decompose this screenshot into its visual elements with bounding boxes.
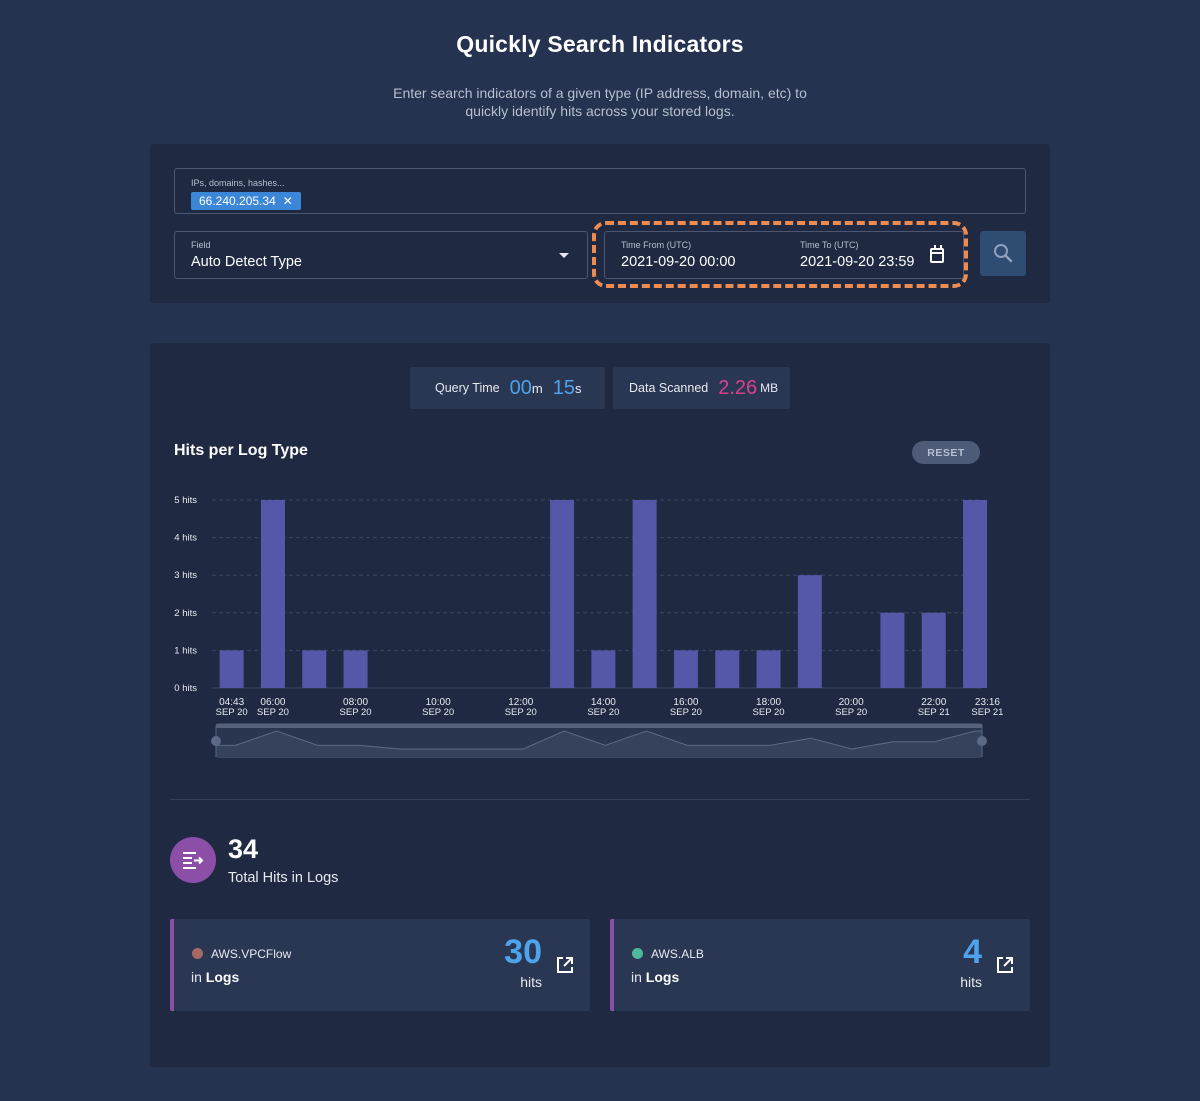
- chart-bar[interactable]: [219, 650, 244, 688]
- indicators-input[interactable]: IPs, domains, hashes... 66.240.205.34 ✕: [174, 168, 1026, 214]
- chart-bar[interactable]: [343, 650, 368, 688]
- hits-chart: 0 hits 1 hits 2 hits 3 hits 4 hits 5 hits 04:…: [174, 495, 1004, 758]
- subtitle-line-2: quickly identify hits across your stored…: [465, 103, 735, 119]
- chart-bar[interactable]: [632, 500, 657, 688]
- chart-bar[interactable]: [260, 500, 285, 688]
- query-time-stat: Query Time 00 m 15 s: [410, 367, 605, 409]
- search-icon: [994, 244, 1013, 263]
- query-time-label: Query Time: [435, 381, 500, 395]
- x-tick-date: SEP 20: [216, 707, 248, 718]
- log-card-alb[interactable]: AWS.ALB in Logs 4 hits: [610, 919, 1030, 1011]
- log-hits-label: hits: [960, 974, 982, 990]
- chart-bar[interactable]: [880, 612, 905, 688]
- query-seconds: 15: [552, 376, 575, 399]
- chart-bar[interactable]: [302, 650, 327, 688]
- log-type-name: AWS.ALB: [651, 947, 704, 961]
- results-panel: Query Time 00 m 15 s Data Scanned 2.26 M…: [150, 343, 1050, 1067]
- section-divider: [170, 799, 1030, 800]
- log-location: in Logs: [191, 969, 240, 985]
- log-type-name: AWS.VPCFlow: [211, 947, 292, 961]
- log-type-dot: [192, 948, 203, 959]
- x-tick-date: SEP 20: [422, 707, 454, 718]
- x-tick-date: SEP 21: [918, 707, 950, 718]
- y-tick-label: 2 hits: [174, 608, 197, 619]
- query-minutes: 00: [509, 376, 532, 399]
- x-tick-date: SEP 20: [670, 707, 702, 718]
- log-location: in Logs: [631, 969, 680, 985]
- log-card-vpcflow[interactable]: AWS.VPCFlow in Logs 30 hits: [170, 919, 590, 1011]
- chart-y-labels: 0 hits 1 hits 2 hits 3 hits 4 hits 5 hits: [174, 495, 197, 694]
- chart-bar[interactable]: [591, 650, 616, 688]
- minutes-unit: m: [531, 380, 543, 396]
- chart-bar[interactable]: [797, 575, 822, 688]
- chart-title: Hits per Log Type: [174, 442, 308, 459]
- log-hit-count: 30: [504, 933, 542, 971]
- data-scanned-stat: Data Scanned 2.26 MB: [613, 367, 790, 409]
- y-tick-label: 1 hits: [174, 645, 197, 656]
- date-range-highlight: [592, 221, 968, 288]
- data-scanned-label: Data Scanned: [629, 381, 709, 395]
- chart-bar[interactable]: [921, 612, 946, 688]
- indicator-tag-label: 66.240.205.34: [199, 194, 276, 208]
- log-hits-label: hits: [520, 974, 542, 990]
- page-title: Quickly Search Indicators: [456, 31, 744, 57]
- y-tick-label: 3 hits: [174, 570, 197, 581]
- chart-bar[interactable]: [673, 650, 698, 688]
- x-tick-date: SEP 21: [971, 707, 1003, 718]
- field-value: Auto Detect Type: [191, 254, 302, 270]
- indicator-tag[interactable]: 66.240.205.34 ✕: [191, 192, 301, 210]
- data-scanned-value: 2.26: [718, 376, 758, 399]
- search-button[interactable]: [980, 231, 1026, 276]
- field-label: Field: [191, 240, 211, 250]
- list-arrow-icon: [170, 837, 216, 883]
- chart-range-brush: [211, 723, 987, 758]
- x-tick-date: SEP 20: [753, 707, 785, 718]
- data-scanned-unit: MB: [760, 381, 779, 395]
- total-hits: 34: [228, 834, 259, 864]
- chart-bar[interactable]: [963, 500, 988, 688]
- external-link-icon[interactable]: [556, 956, 574, 974]
- x-tick-date: SEP 20: [505, 707, 537, 718]
- chart-bar[interactable]: [756, 650, 781, 688]
- x-tick-date: SEP 20: [835, 707, 867, 718]
- brush-right-handle[interactable]: [977, 736, 987, 746]
- external-link-icon[interactable]: [996, 956, 1014, 974]
- brush-left-handle[interactable]: [211, 736, 221, 746]
- chart-x-labels: 04:43SEP 2006:00SEP 2008:00SEP 2010:00SE…: [216, 697, 1004, 718]
- search-panel: IPs, domains, hashes... 66.240.205.34 ✕ …: [150, 144, 1050, 303]
- chart-bar[interactable]: [715, 650, 740, 688]
- page-subtitle: Enter search indicators of a given type …: [370, 84, 830, 120]
- brush-selection-bar[interactable]: [216, 724, 982, 728]
- log-type-dot: [632, 948, 643, 959]
- indicators-label: IPs, domains, hashes...: [191, 178, 285, 188]
- y-tick-label: 5 hits: [174, 495, 197, 506]
- seconds-unit: s: [574, 380, 582, 396]
- log-hit-count: 4: [963, 933, 982, 971]
- chart-bar[interactable]: [550, 500, 575, 688]
- chart-bars: [219, 500, 988, 688]
- y-tick-label: 0 hits: [174, 683, 197, 694]
- x-tick-date: SEP 20: [340, 707, 372, 718]
- remove-tag-icon[interactable]: ✕: [283, 192, 293, 210]
- x-tick-date: SEP 20: [587, 707, 619, 718]
- x-tick-date: SEP 20: [257, 707, 289, 718]
- subtitle-line-1: Enter search indicators of a given type …: [393, 85, 807, 101]
- reset-button[interactable]: RESET: [912, 441, 980, 464]
- caret-down-icon[interactable]: [559, 253, 569, 258]
- total-hits-label: Total Hits in Logs: [228, 870, 339, 886]
- field-select[interactable]: Field Auto Detect Type: [174, 231, 588, 279]
- y-tick-label: 4 hits: [174, 533, 197, 544]
